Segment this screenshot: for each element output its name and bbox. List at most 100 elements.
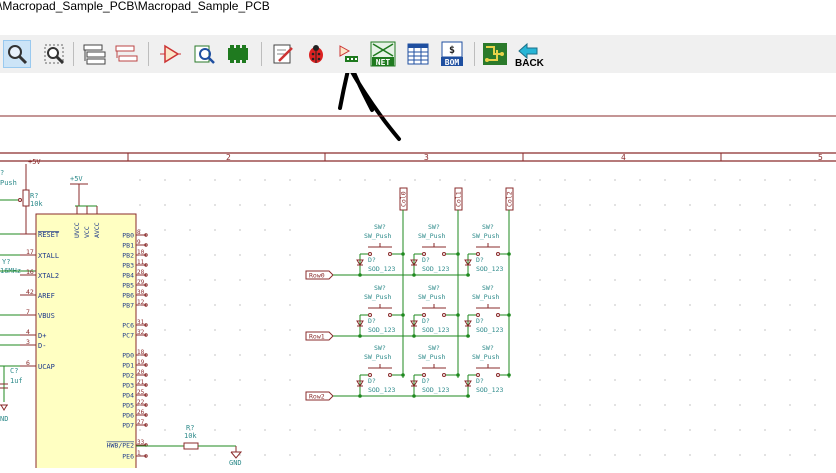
mcu-pin-name: HWB/PE2	[107, 442, 134, 450]
diode-value: SOD_123	[476, 326, 503, 334]
grid-dot	[139, 454, 141, 456]
bom-icon[interactable]: $ BOM	[438, 40, 466, 68]
ruler-label: 4	[621, 153, 626, 162]
grid-dot	[789, 429, 791, 431]
diode-value: SOD_123	[422, 386, 449, 394]
switch-contact	[496, 373, 500, 377]
grid-dot	[814, 229, 816, 231]
diode-value: SOD_123	[476, 265, 503, 273]
grid-dot	[814, 279, 816, 281]
hierarchy-navigator-icon[interactable]	[80, 40, 108, 68]
grid-dot	[664, 279, 666, 281]
mcu-pin-name: D-	[38, 342, 46, 350]
grid-dot	[489, 429, 491, 431]
annotation-arrow	[338, 54, 401, 141]
junction-dot	[456, 373, 460, 377]
grid-dot	[414, 454, 416, 456]
switch-value: SW_Push	[472, 293, 499, 301]
grid-dot	[464, 179, 466, 181]
grid-dot	[139, 229, 141, 231]
grid-dot	[464, 429, 466, 431]
mcu-pin-name: PC6	[122, 322, 134, 330]
switch-value: SW_Push	[418, 293, 445, 301]
junction-dot	[456, 313, 460, 317]
symbol-browser-icon[interactable]	[190, 40, 218, 68]
mcu-pin-name: AREF	[38, 292, 55, 300]
mcu-pin-number: 3	[26, 338, 30, 346]
grid-dot	[689, 329, 691, 331]
switch-ref: SW?	[374, 223, 386, 231]
grid-dot	[514, 454, 516, 456]
grid-dot	[564, 379, 566, 381]
mcu-pin-name: XTALL	[38, 252, 59, 260]
diode-ref: D?	[368, 317, 376, 325]
diode-value: SOD_123	[476, 386, 503, 394]
grid-dot	[639, 179, 641, 181]
grid-dot	[264, 279, 266, 281]
junction-dot	[507, 373, 511, 377]
grid-dot	[664, 379, 666, 381]
switch-ref: SW?	[428, 223, 440, 231]
grid-dot	[139, 204, 141, 206]
pcbnew-icon[interactable]	[481, 40, 509, 68]
grid-dot	[614, 279, 616, 281]
switch-ref: SW?	[374, 284, 386, 292]
grid-dot	[814, 329, 816, 331]
grid-dot	[639, 304, 641, 306]
junction-dot	[507, 252, 511, 256]
grid-dot	[539, 179, 541, 181]
grid-dot	[164, 204, 166, 206]
grid-dot	[789, 254, 791, 256]
grid-dot	[164, 379, 166, 381]
grid-dot	[789, 229, 791, 231]
column-label: Col0	[400, 191, 408, 207]
mcu-pin-name: PD6	[122, 412, 134, 420]
grid-dot	[164, 354, 166, 356]
footprint-editor-icon[interactable]	[224, 40, 252, 68]
grid-dot	[739, 454, 741, 456]
mcu-pin-name: PD1	[122, 362, 134, 370]
zoom-select-icon[interactable]	[3, 40, 31, 68]
switch-contact	[388, 313, 392, 317]
grid-dot	[214, 329, 216, 331]
grid-dot	[139, 304, 141, 306]
mcu-pin-number: 32	[137, 329, 145, 336]
mcu-pin-number: 4	[26, 328, 30, 336]
schematic-canvas[interactable]: 2 3 4 5 ? Push R? 10k Y? 16MHz C? 1uf ND…	[0, 54, 836, 473]
grid-dot	[239, 404, 241, 406]
symbol-editor-icon[interactable]	[156, 40, 184, 68]
assign-footprints-icon[interactable]	[334, 40, 362, 68]
grid-dot	[789, 179, 791, 181]
grid-dot	[239, 429, 241, 431]
grid-dot	[614, 379, 616, 381]
mcu-pin-number: 26	[137, 409, 145, 416]
netlist-icon[interactable]: NET	[369, 40, 397, 68]
annotate-icon[interactable]	[269, 40, 297, 68]
mcu-pin-number: 10	[137, 249, 145, 256]
grid-dot	[189, 254, 191, 256]
grid-dot	[239, 179, 241, 181]
erc-bug-icon[interactable]	[302, 40, 330, 68]
grid-dot	[689, 454, 691, 456]
mcu-pin-number: 19	[137, 359, 145, 366]
grid-dot	[289, 254, 291, 256]
grid-dot	[164, 229, 166, 231]
leave-sheet-icon[interactable]	[112, 40, 140, 68]
grid-dot	[639, 254, 641, 256]
grid-dot	[564, 354, 566, 356]
zoom-fit-icon[interactable]	[40, 40, 68, 68]
mcu-pin-name: PB2	[122, 252, 134, 260]
grid-dot	[564, 229, 566, 231]
grid-dot	[189, 429, 191, 431]
grid-dot	[639, 379, 641, 381]
grid-dot	[639, 279, 641, 281]
grid-dot	[289, 429, 291, 431]
grid-dot	[689, 304, 691, 306]
bom-table-icon[interactable]	[404, 40, 432, 68]
grid-dot	[789, 304, 791, 306]
ruler-label: 2	[226, 153, 231, 162]
grid-dot	[789, 379, 791, 381]
grid-dot	[389, 454, 391, 456]
bom-label: BOM	[445, 58, 460, 67]
grid-dot	[739, 229, 741, 231]
